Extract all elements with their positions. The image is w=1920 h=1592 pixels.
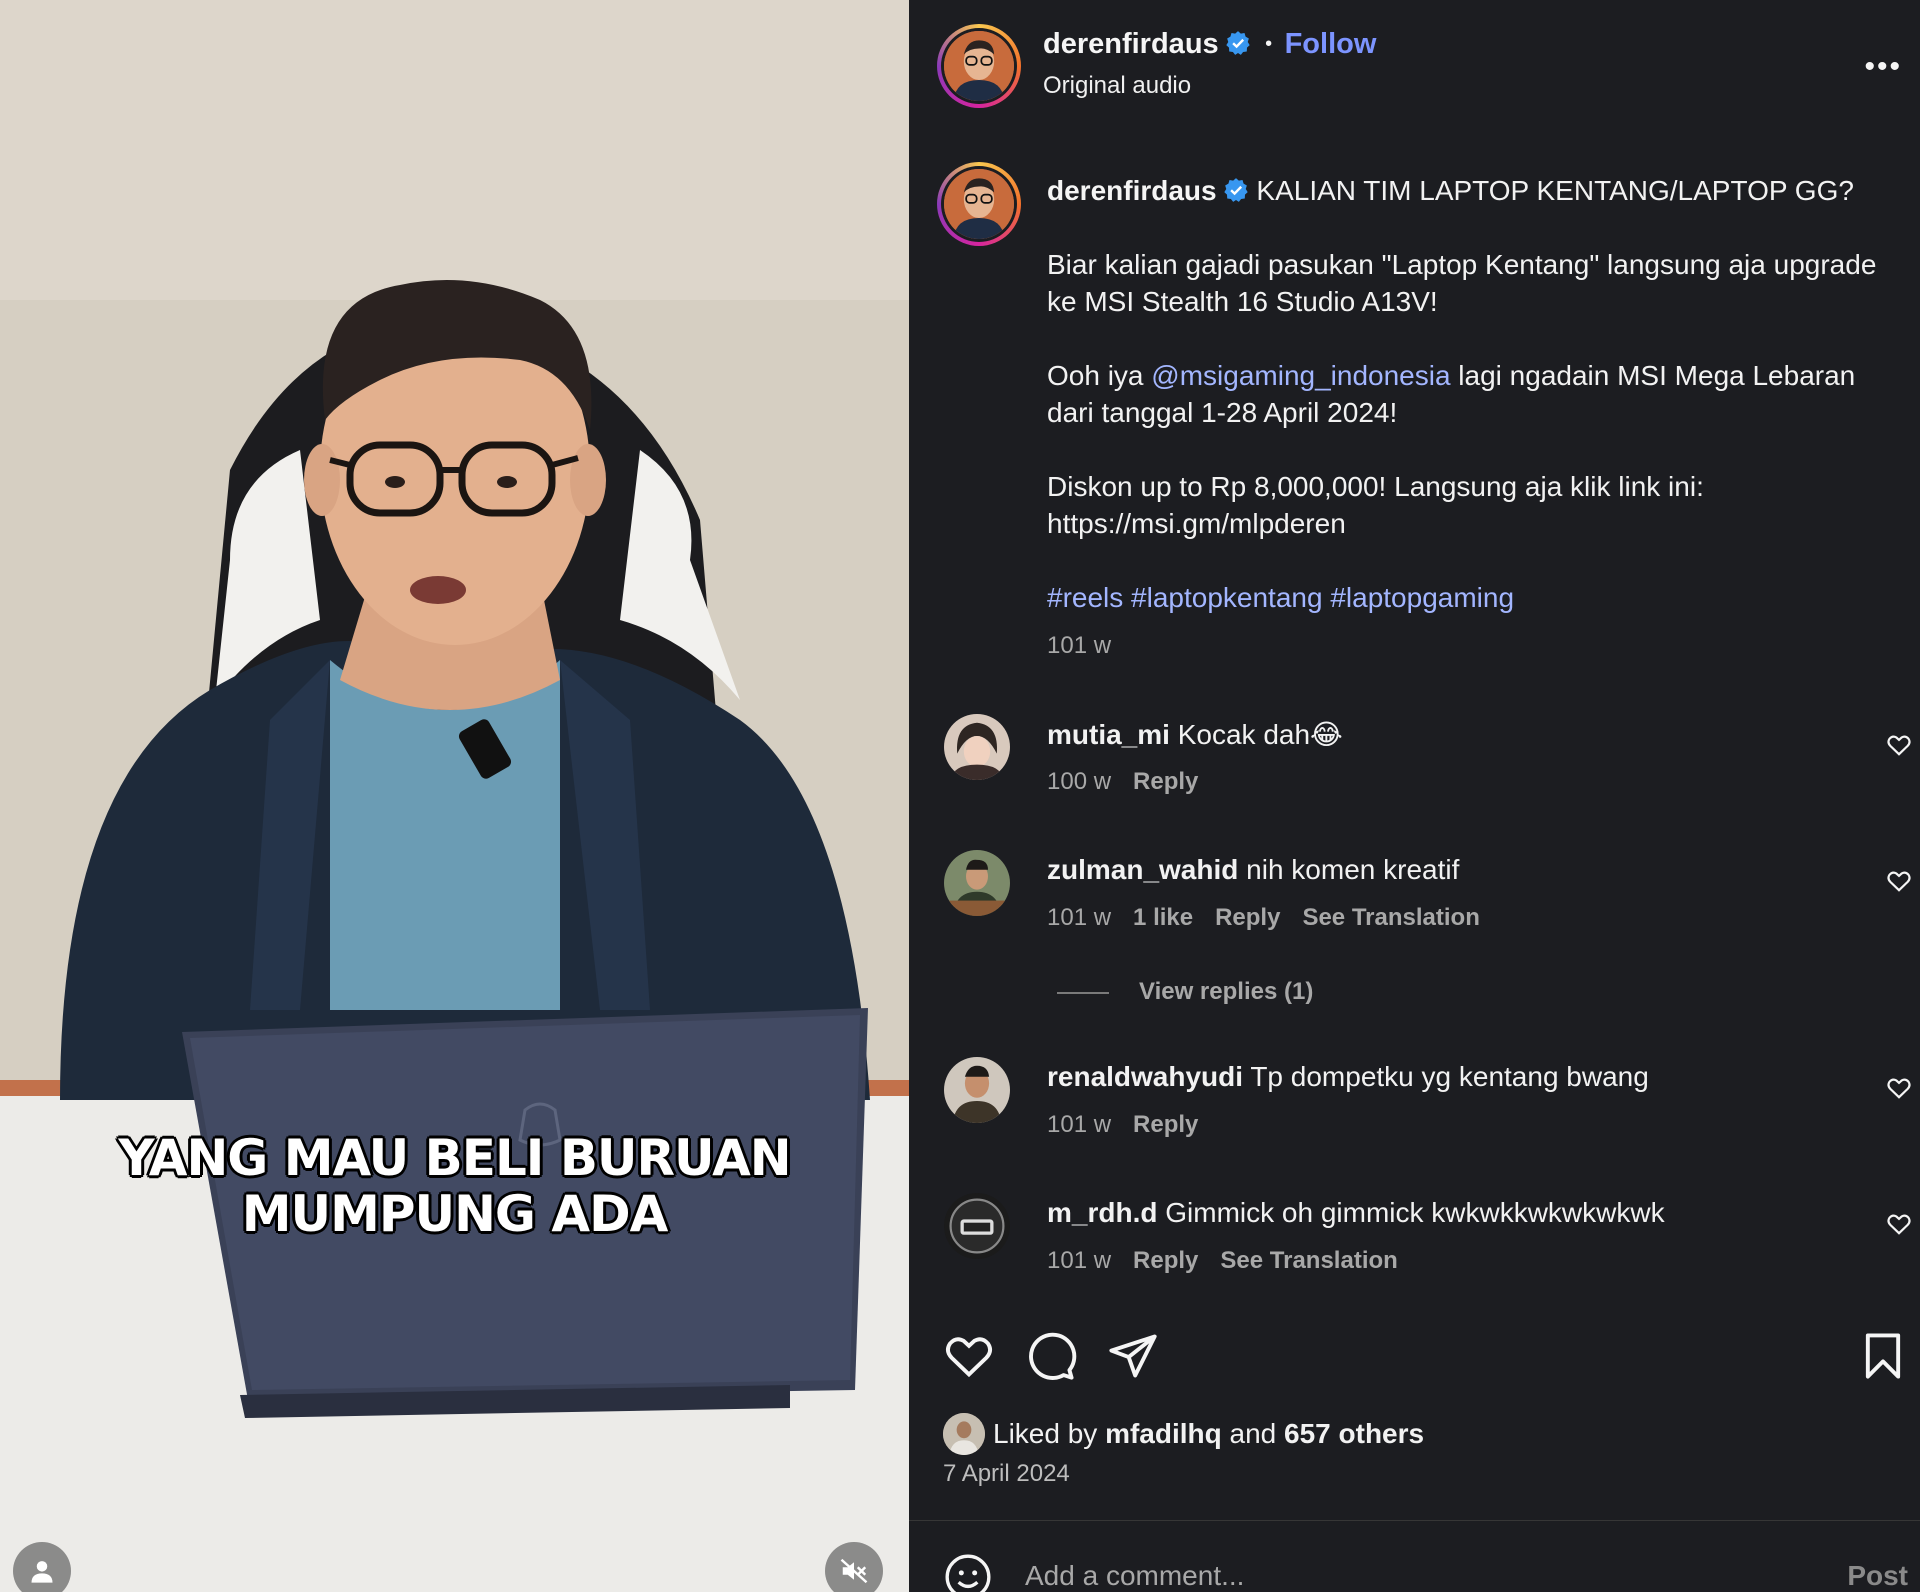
liker-username[interactable]: mfadilhq	[1105, 1418, 1222, 1450]
header-username[interactable]: derenfirdaus	[1043, 28, 1219, 60]
heart-icon	[945, 1337, 993, 1378]
emoji-icon	[945, 1554, 991, 1592]
avatar-photo	[944, 31, 1014, 101]
reply-button[interactable]: Reply	[1133, 1111, 1198, 1138]
avatar-photo	[944, 1193, 1010, 1259]
reel-video[interactable]: YANG MAU BELI BURUAN MUMPUNG ADA	[0, 0, 909, 1592]
comment-username[interactable]: m_rdh.d	[1047, 1197, 1157, 1228]
liker-avatar[interactable]	[943, 1413, 985, 1455]
caption-text: Ooh iya	[1047, 360, 1152, 391]
video-caption-line-1: YANG MAU BELI BURUAN	[118, 1129, 791, 1187]
comment-body: nih komen kreatif	[1246, 854, 1460, 885]
avatar-photo	[943, 1413, 985, 1455]
comment-time[interactable]: 101 w	[1047, 904, 1111, 931]
comment-meta: 101 w 1 like Reply See Translation	[1047, 904, 1502, 932]
heart-icon[interactable]	[1886, 868, 1912, 894]
replies-line	[1057, 991, 1109, 994]
comment-username[interactable]: mutia_mi	[1047, 719, 1170, 750]
caption-paragraph-3: Diskon up to Rp 8,000,000! Langsung aja …	[1047, 471, 1704, 539]
mute-button[interactable]	[825, 1542, 883, 1592]
heart-icon[interactable]	[1886, 732, 1912, 758]
comment-button[interactable]	[1025, 1330, 1077, 1382]
commenter-avatar[interactable]	[944, 850, 1010, 916]
comment-icon	[1029, 1332, 1077, 1380]
comment-bar: Post	[909, 1552, 1920, 1592]
likes-others[interactable]: 657 others	[1284, 1418, 1424, 1450]
follow-button[interactable]: Follow	[1285, 28, 1377, 60]
heart-icon[interactable]	[1886, 1075, 1912, 1101]
view-replies-label: View replies (1)	[1139, 978, 1314, 1005]
see-translation-button[interactable]: See Translation	[1220, 1247, 1397, 1274]
comment-likes[interactable]: 1 like	[1133, 904, 1193, 931]
comment-body: Gimmick oh gimmick kwkwkkwkwkwkwk	[1165, 1197, 1665, 1228]
caption-paragraph-1: Biar kalian gajadi pasukan "Laptop Kenta…	[1047, 249, 1877, 317]
divider	[909, 1520, 1920, 1521]
hashtag-link[interactable]: #laptopgaming	[1330, 582, 1514, 613]
comment-text: m_rdh.d Gimmick oh gimmick kwkwkkwkwkwkw…	[1047, 1197, 1665, 1229]
save-button[interactable]	[1857, 1330, 1909, 1382]
comment-time[interactable]: 100 w	[1047, 768, 1111, 795]
reply-button[interactable]: Reply	[1133, 1247, 1198, 1274]
commenter-avatar[interactable]	[944, 1193, 1010, 1259]
caption-username[interactable]: derenfirdaus	[1047, 175, 1217, 206]
comment-username[interactable]: zulman_wahid	[1047, 854, 1238, 885]
reply-button[interactable]: Reply	[1133, 768, 1198, 795]
hashtags: #reels #laptopkentang #laptopgaming	[1047, 579, 1897, 616]
reply-button[interactable]: Reply	[1215, 904, 1280, 931]
comment-text: renaldwahyudi Tp dompetku yg kentang bwa…	[1047, 1061, 1649, 1093]
comment-meta: 101 w Reply	[1047, 1111, 1220, 1139]
mention-link[interactable]: @msigaming_indonesia	[1151, 360, 1450, 391]
caption-headline: KALIAN TIM LAPTOP KENTANG/LAPTOP GG?	[1256, 175, 1854, 206]
comment-username[interactable]: renaldwahyudi	[1047, 1061, 1243, 1092]
bookmark-icon	[1865, 1333, 1901, 1379]
comment-input[interactable]	[1025, 1560, 1745, 1592]
user-icon	[31, 1561, 53, 1583]
more-options-icon[interactable]: •••	[1864, 50, 1902, 84]
share-icon	[1109, 1334, 1157, 1378]
likes-summary: Liked by mfadilhq and 657 others	[943, 1413, 1424, 1455]
share-button[interactable]	[1107, 1330, 1159, 1382]
heart-icon[interactable]	[1886, 1211, 1912, 1237]
comment-text: mutia_mi Kocak dah😂	[1047, 718, 1343, 751]
like-button[interactable]	[943, 1330, 995, 1382]
caption-paragraph-2: Ooh iya @msigaming_indonesia lagi ngadai…	[1047, 357, 1897, 431]
hashtag-link[interactable]: #reels	[1047, 582, 1123, 613]
tagged-users-button[interactable]	[13, 1542, 71, 1592]
post-caption: derenfirdaus KALIAN TIM LAPTOP KENTANG/L…	[1047, 172, 1897, 653]
header-user-line: derenfirdaus • Follow	[1043, 28, 1376, 61]
comment-meta: 101 w Reply See Translation	[1047, 1247, 1420, 1275]
header-separator: •	[1265, 33, 1273, 55]
commenter-avatar[interactable]	[944, 1057, 1010, 1123]
mute-icon	[840, 1558, 868, 1584]
avatar-photo	[944, 850, 1010, 916]
comment-meta: 100 w Reply	[1047, 768, 1220, 796]
post-side-panel: derenfirdaus • Follow Original audio •••…	[909, 0, 1920, 1592]
view-replies-button[interactable]: View replies (1)	[1057, 978, 1313, 1006]
caption-timestamp[interactable]: 101 w	[1047, 632, 1111, 660]
verified-icon	[1223, 178, 1248, 202]
verified-icon	[1225, 31, 1250, 55]
caption-avatar[interactable]	[937, 162, 1021, 246]
emoji-button[interactable]	[943, 1552, 993, 1592]
comment-body: Tp dompetku yg kentang bwang	[1250, 1061, 1649, 1092]
video-frame	[0, 0, 909, 1592]
avatar-photo	[944, 169, 1014, 239]
hashtag-link[interactable]: #laptopkentang	[1131, 582, 1323, 613]
comment-text: zulman_wahid nih komen kreatif	[1047, 854, 1459, 886]
avatar-photo	[944, 1057, 1010, 1123]
avatar-photo	[944, 714, 1010, 780]
comment-time[interactable]: 101 w	[1047, 1111, 1111, 1138]
see-translation-button[interactable]: See Translation	[1302, 904, 1479, 931]
post-comment-button[interactable]: Post	[1847, 1560, 1908, 1592]
likes-and: and	[1229, 1418, 1277, 1449]
commenter-avatar[interactable]	[944, 714, 1010, 780]
comment-time[interactable]: 101 w	[1047, 1247, 1111, 1274]
action-bar	[909, 1330, 1920, 1382]
post-date: 7 April 2024	[943, 1460, 1070, 1487]
comment-body: Kocak dah😂	[1177, 719, 1343, 750]
video-caption-line-2: MUMPUNG ADA	[241, 1185, 669, 1243]
original-audio-link[interactable]: Original audio	[1043, 72, 1191, 100]
likes-prefix: Liked by	[993, 1418, 1098, 1449]
header-avatar[interactable]	[937, 24, 1021, 108]
